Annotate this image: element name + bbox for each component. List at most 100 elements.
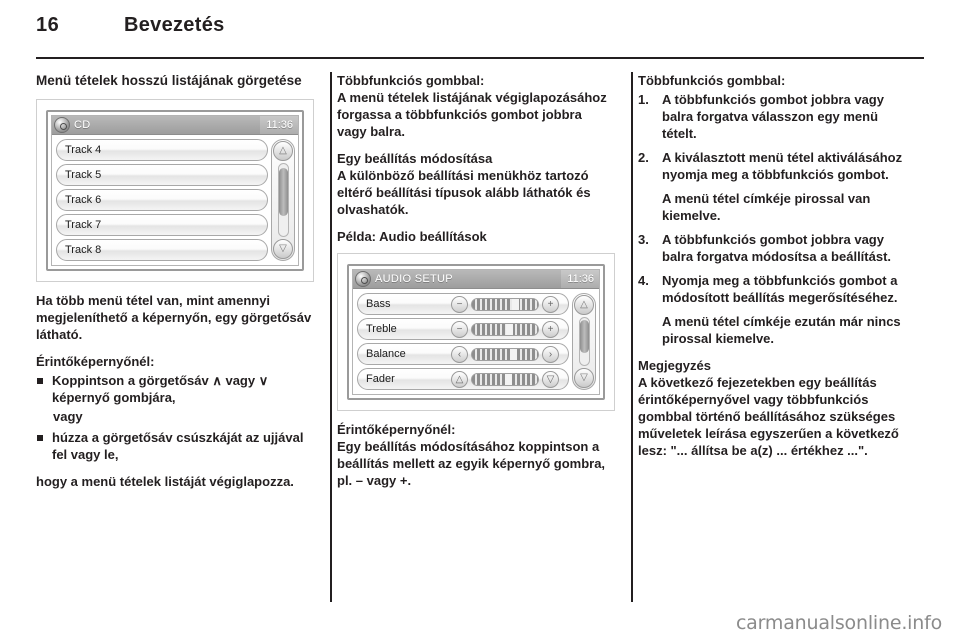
step-text: A többfunkciós gombot jobbra vagy balra …	[662, 232, 892, 264]
list-item[interactable]: Balance ‹ ›	[357, 343, 569, 365]
fader-bargraph[interactable]	[471, 372, 539, 386]
cd-clock: 11:36	[260, 116, 298, 134]
minus-circle-icon[interactable]: −	[451, 295, 468, 313]
column-gap-2	[623, 72, 638, 602]
audio-setup-screen: AUDIO SETUP 11:36 Bass − + Treble − + Ba…	[352, 269, 600, 395]
cd-disc-icon	[54, 117, 70, 133]
cd-track-list: Track 4 Track 5 Track 6 Track 7 Track 8	[56, 139, 268, 261]
cd-list-area: Track 4 Track 5 Track 6 Track 7 Track 8 …	[52, 135, 298, 265]
list-item[interactable]: Treble − +	[357, 318, 569, 340]
list-item: 1. A többfunkciós gombot jobbra vagy bal…	[638, 91, 916, 142]
cd-scrollbar[interactable]: △ ▽	[271, 139, 295, 261]
middle-paragraph-3: Egy beállítás módosításához koppintson a…	[337, 439, 606, 488]
setting-label: Treble	[366, 323, 397, 335]
treble-slider[interactable]: − +	[451, 320, 560, 338]
cd-scroll-track[interactable]	[277, 163, 289, 237]
balance-slider[interactable]: ‹ ›	[451, 345, 560, 363]
audio-scroll-track[interactable]	[578, 317, 590, 366]
bass-slider[interactable]: − +	[451, 295, 560, 313]
plus-circle-icon[interactable]: +	[542, 295, 559, 313]
left-or-label: vagy	[53, 409, 83, 424]
track-label: Track 7	[65, 219, 102, 231]
middle-paragraph-1: A menü tételek listájának végiglapozásáh…	[337, 90, 607, 139]
audio-settings-list: Bass − + Treble − + Balance ‹ › Fader △ …	[357, 293, 569, 390]
list-item[interactable]: Track 4	[56, 139, 268, 161]
column-left: Menü tételek hosszú listájának görgetése…	[36, 72, 322, 602]
chevron-down-icon[interactable]: ▽	[542, 370, 559, 388]
left-paragraph-2: hogy a menü tételek listáját végiglapozz…	[36, 474, 294, 489]
cd-screen-bezel: CD 11:36 Track 4 Track 5 Track 6 Track 7…	[46, 110, 304, 271]
page-number: 16	[36, 14, 60, 36]
audio-scrollbar[interactable]: △ ▽	[572, 293, 596, 390]
chevron-down-icon[interactable]: ▽	[273, 239, 293, 259]
middle-example-label: Példa: Audio beállítások	[337, 229, 487, 244]
column-right: Többfunkciós gombbal: 1. A többfunkciós …	[638, 72, 924, 602]
audio-screen-bezel: AUDIO SETUP 11:36 Bass − + Treble − + Ba…	[347, 264, 605, 400]
middle-change-setting-subtitle: Egy beállítás módosítása	[337, 151, 493, 166]
cd-titlebar: CD 11:36	[52, 116, 298, 135]
chevron-down-icon[interactable]: ▽	[574, 368, 594, 388]
track-label: Track 4	[65, 144, 102, 156]
column-middle: Többfunkciós gombbal: A menü tételek lis…	[337, 72, 623, 602]
list-item[interactable]: Track 6	[56, 189, 268, 211]
balance-bargraph[interactable]	[471, 347, 539, 361]
fader-slider[interactable]: △ ▽	[451, 370, 560, 388]
chevron-up-icon[interactable]: △	[574, 295, 594, 315]
column-divider	[329, 72, 332, 602]
left-paragraph-1: Ha több menü tétel van, mint amennyi meg…	[36, 293, 312, 342]
bullet-square-icon	[37, 378, 43, 384]
plus-circle-icon[interactable]: +	[542, 320, 559, 338]
cd-scroll-thumb[interactable]	[278, 168, 288, 216]
cd-screen-figure: CD 11:36 Track 4 Track 5 Track 6 Track 7…	[36, 99, 314, 282]
list-item: 3. A többfunkciós gombot jobbra vagy bal…	[638, 231, 916, 265]
list-item: Koppintson a görgetősáv ∧ vagy ∨ képerny…	[36, 372, 314, 406]
audio-clock: 11:36	[561, 270, 599, 288]
step-subtext: A menü tétel címkéje ezután már nincs pi…	[662, 314, 901, 346]
content-columns: Menü tételek hosszú listájának görgetése…	[36, 72, 924, 602]
bass-bargraph[interactable]	[471, 297, 539, 311]
audio-scroll-thumb[interactable]	[579, 319, 589, 353]
list-item[interactable]: Fader △ ▽	[357, 368, 569, 390]
right-multifunction-subtitle: Többfunkciós gombbal:	[638, 73, 786, 88]
treble-bargraph[interactable]	[471, 322, 539, 336]
list-item[interactable]: Track 7	[56, 214, 268, 236]
chevron-up-icon[interactable]: △	[451, 370, 468, 388]
minus-circle-icon[interactable]: −	[451, 320, 468, 338]
setting-label: Fader	[366, 373, 395, 385]
bullet-text: Koppintson a görgetősáv ∧ vagy ∨ képerny…	[52, 373, 269, 405]
middle-paragraph-2: A különböző beállítási menükhöz tartozó …	[337, 168, 591, 217]
footer-watermark: carmanualsonline.info	[735, 612, 942, 634]
left-touchscreen-subtitle: Érintőképernyőnél:	[36, 354, 155, 369]
audio-titlebar: AUDIO SETUP 11:36	[353, 270, 599, 289]
list-item: 4. Nyomja meg a többfunkciós gombot a mó…	[638, 272, 916, 347]
chevron-left-icon[interactable]: ‹	[451, 345, 468, 363]
bullet-text: húzza a görgetősáv csúszkáját az ujjával…	[52, 430, 304, 462]
chapter-title: Bevezetés	[124, 14, 225, 36]
list-item[interactable]: Bass − +	[357, 293, 569, 315]
step-text: A kiválasztott menü tétel aktiválásához …	[662, 150, 903, 182]
audio-note-icon	[355, 271, 371, 287]
right-step-list: 1. A többfunkciós gombot jobbra vagy bal…	[638, 91, 916, 347]
bullet-square-icon	[37, 435, 43, 441]
track-label: Track 6	[65, 194, 102, 206]
middle-multifunction-subtitle: Többfunkciós gombbal:	[337, 73, 485, 88]
setting-label: Bass	[366, 298, 391, 310]
audio-list-area: Bass − + Treble − + Balance ‹ › Fader △ …	[353, 289, 599, 394]
step-text: A többfunkciós gombot jobbra vagy balra …	[662, 92, 884, 141]
chevron-right-icon[interactable]: ›	[542, 345, 559, 363]
list-item[interactable]: Track 5	[56, 164, 268, 186]
page-header: 16 Bevezetés	[36, 14, 924, 48]
left-bullet-list-2: húzza a görgetősáv csúszkáját az ujjával…	[36, 429, 314, 463]
chevron-up-icon[interactable]: △	[273, 141, 293, 161]
track-label: Track 5	[65, 169, 102, 181]
list-item[interactable]: Track 8	[56, 239, 268, 261]
fader-marker	[505, 373, 512, 385]
step-number: 2.	[638, 150, 649, 165]
treble-marker	[506, 323, 514, 335]
audio-setup-figure: AUDIO SETUP 11:36 Bass − + Treble − + Ba…	[337, 253, 615, 411]
step-number: 4.	[638, 273, 649, 288]
setting-label: Balance	[366, 348, 406, 360]
bass-marker	[511, 298, 519, 310]
right-note-title: Megjegyzés	[638, 358, 711, 373]
track-label: Track 8	[65, 244, 102, 256]
